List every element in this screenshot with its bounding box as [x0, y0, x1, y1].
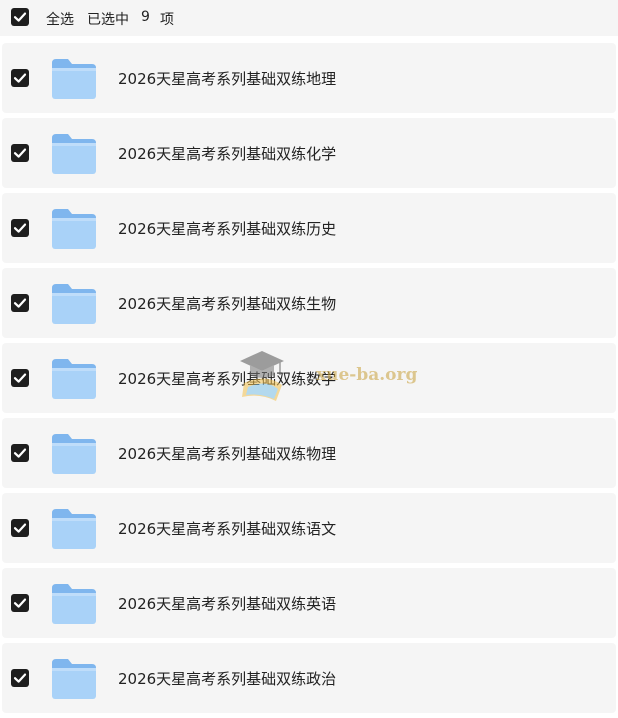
row-checkbox[interactable] — [11, 669, 29, 691]
folder-icon — [50, 657, 98, 701]
folder-icon — [50, 282, 98, 326]
file-name: 2026天星高考系列基础双练历史 — [118, 220, 337, 238]
file-name: 2026天星高考系列基础双练数学 — [118, 370, 337, 388]
file-row[interactable]: 2026天星高考系列基础双练化学 — [2, 118, 616, 188]
folder-icon — [50, 432, 98, 476]
row-checkbox[interactable] — [11, 594, 29, 616]
checkbox-checked-icon — [11, 594, 29, 612]
checkbox-checked-icon — [11, 69, 29, 87]
folder-icon — [50, 357, 98, 401]
checkbox-checked-icon — [11, 8, 29, 26]
row-checkbox[interactable] — [11, 69, 29, 91]
selected-suffix: 项 — [160, 12, 174, 28]
checkbox-checked-icon — [11, 144, 29, 162]
row-checkbox[interactable] — [11, 294, 29, 316]
checkbox-checked-icon — [11, 519, 29, 537]
row-checkbox[interactable] — [11, 519, 29, 541]
file-row[interactable]: 2026天星高考系列基础双练生物 — [2, 268, 616, 338]
file-row[interactable]: 2026天星高考系列基础双练数学 — [2, 343, 616, 413]
file-name: 2026天星高考系列基础双练物理 — [118, 445, 337, 463]
file-row[interactable]: 2026天星高考系列基础双练英语 — [2, 568, 616, 638]
checkbox-checked-icon — [11, 669, 29, 687]
file-name: 2026天星高考系列基础双练地理 — [118, 70, 337, 88]
file-row[interactable]: 2026天星高考系列基础双练政治 — [2, 643, 616, 713]
file-row[interactable]: 2026天星高考系列基础双练物理 — [2, 418, 616, 488]
checkbox-checked-icon — [11, 219, 29, 237]
select-all-label[interactable]: 全选 — [46, 9, 74, 29]
file-name: 2026天星高考系列基础双练政治 — [118, 670, 337, 688]
file-list: 2026天星高考系列基础双练地理 2026天星高考系列基础双练化学 2026天星高考… — [0, 43, 618, 718]
row-checkbox[interactable] — [11, 369, 29, 391]
folder-icon — [50, 132, 98, 176]
selected-count: 9 — [141, 9, 150, 25]
file-row[interactable]: 2026天星高考系列基础双练历史 — [2, 193, 616, 263]
folder-icon — [50, 207, 98, 251]
file-name: 2026天星高考系列基础双练英语 — [118, 595, 337, 613]
file-name: 2026天星高考系列基础双练语文 — [118, 520, 337, 538]
checkbox-checked-icon — [11, 369, 29, 387]
row-checkbox[interactable] — [11, 219, 29, 241]
row-checkbox[interactable] — [11, 144, 29, 166]
folder-icon — [50, 507, 98, 551]
file-row[interactable]: 2026天星高考系列基础双练地理 — [2, 43, 616, 113]
checkbox-checked-icon — [11, 444, 29, 462]
file-name: 2026天星高考系列基础双练化学 — [118, 145, 337, 163]
folder-icon — [50, 582, 98, 626]
select-all-checkbox[interactable] — [11, 8, 29, 30]
file-name: 2026天星高考系列基础双练生物 — [118, 295, 337, 313]
selected-prefix: 已选中 — [87, 12, 129, 28]
row-checkbox[interactable] — [11, 444, 29, 466]
file-row[interactable]: 2026天星高考系列基础双练语文 — [2, 493, 616, 563]
folder-icon — [50, 57, 98, 101]
selection-toolbar: 全选 已选中 9 项 — [0, 0, 618, 36]
checkbox-checked-icon — [11, 294, 29, 312]
